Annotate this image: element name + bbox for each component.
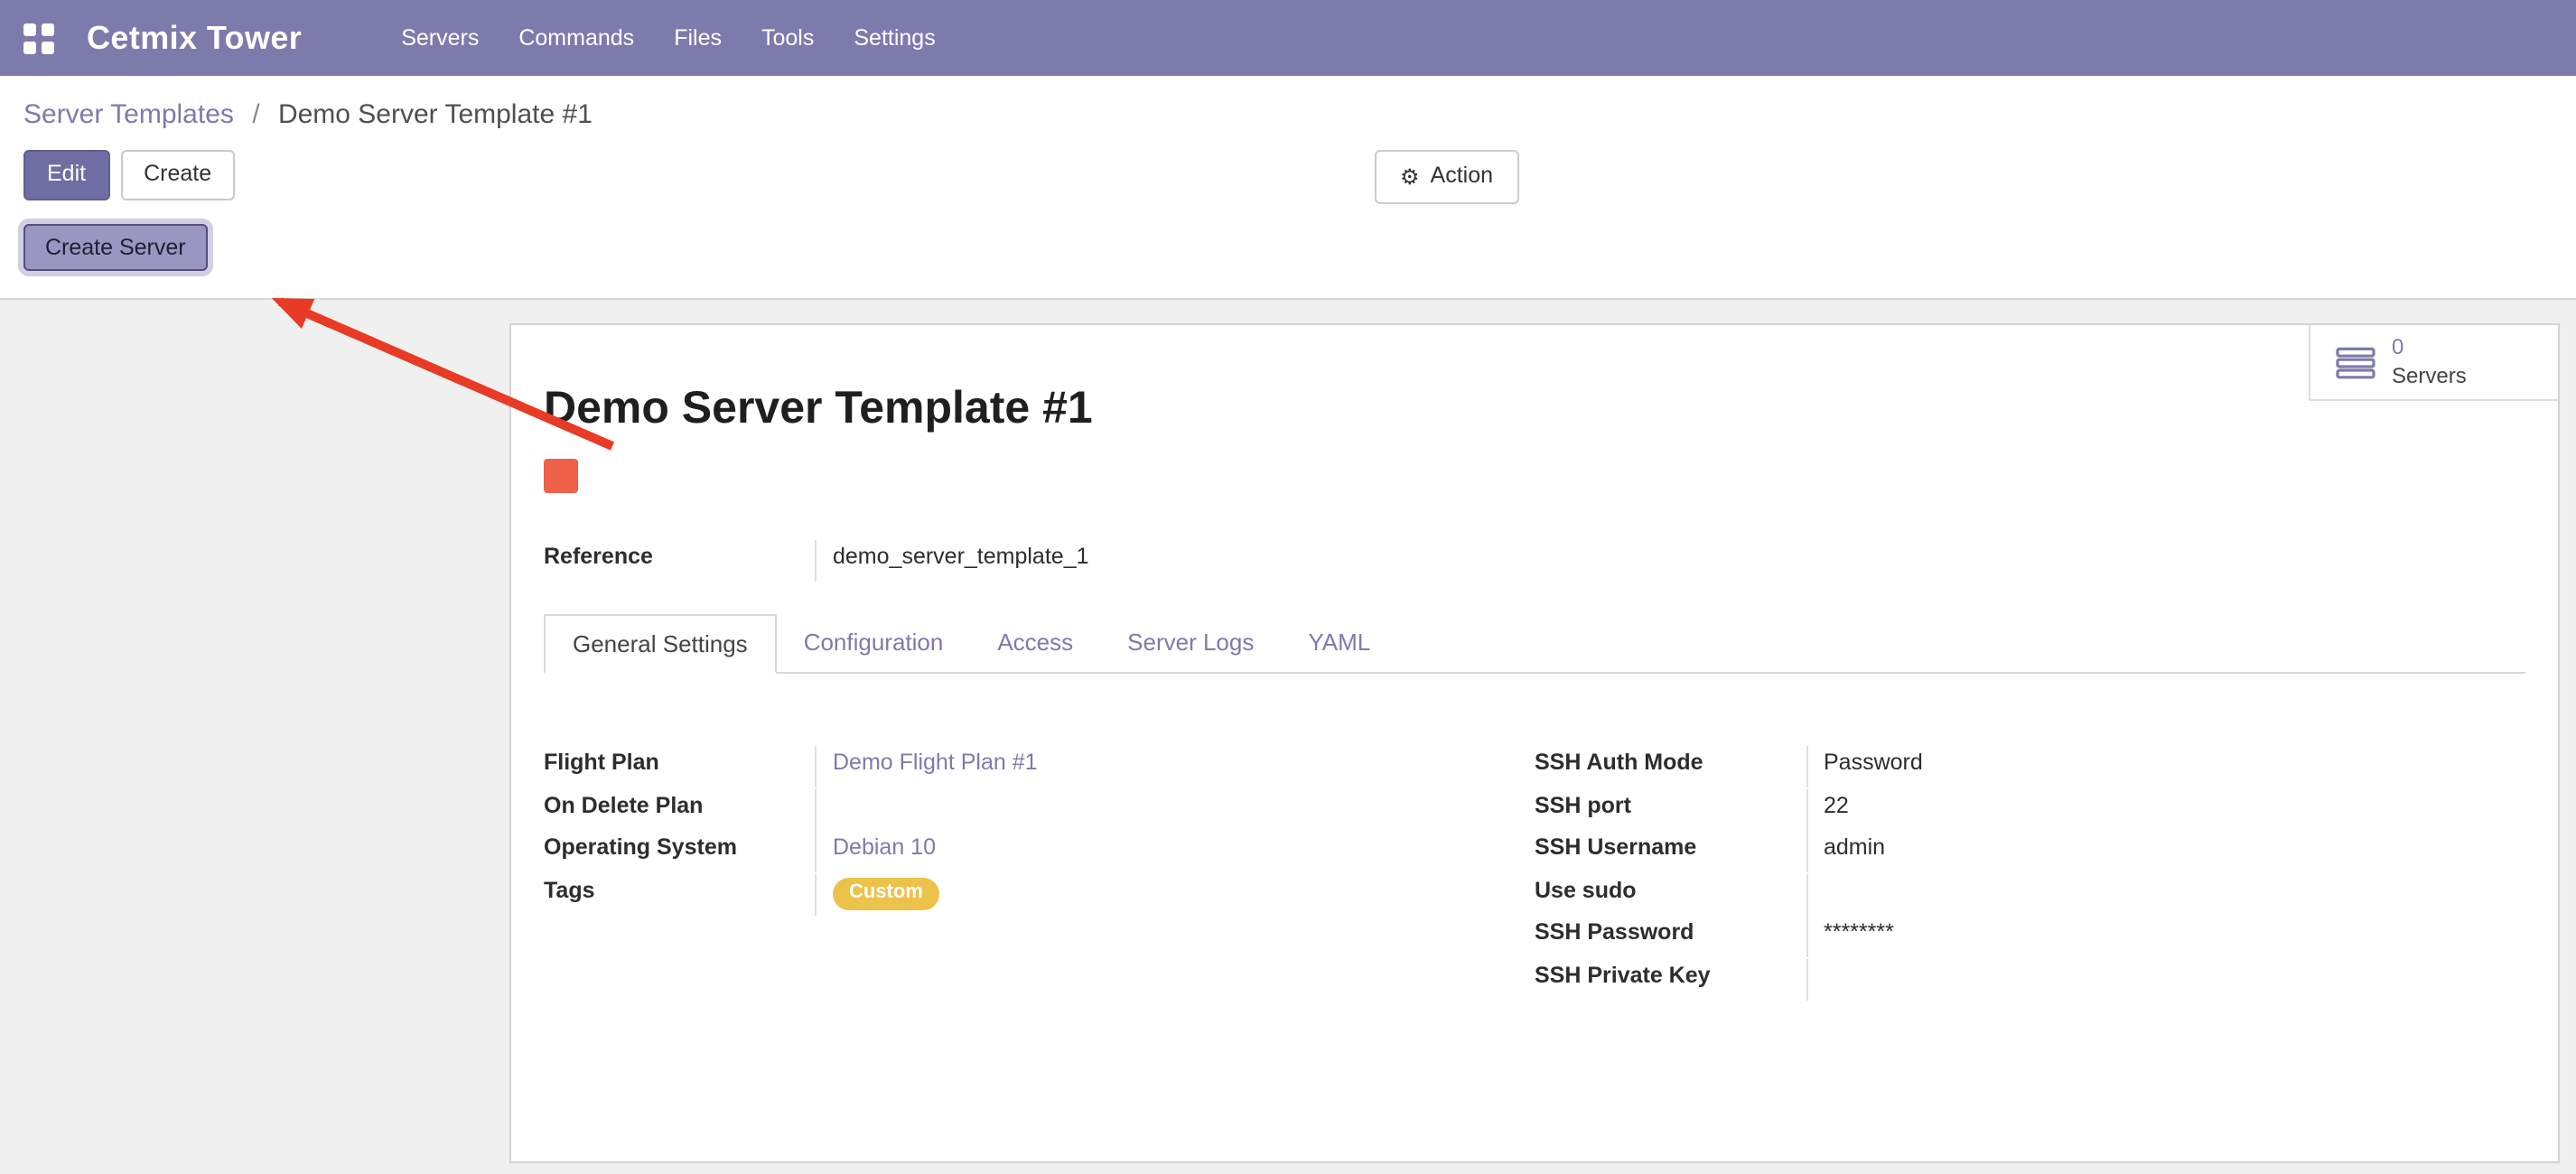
field-value-tags: Custom bbox=[815, 873, 1535, 915]
servers-stat-label: Servers bbox=[2392, 362, 2467, 390]
apps-grid-square bbox=[42, 23, 54, 35]
field-label-tags: Tags bbox=[544, 873, 815, 902]
action-button[interactable]: ⚙ Action bbox=[1375, 150, 1518, 203]
breadcrumb-separator: / bbox=[252, 99, 259, 130]
content-area: 0 Servers Demo Server Template #1 Refere… bbox=[0, 300, 2576, 1174]
apps-grid-square bbox=[23, 41, 36, 53]
field-value-ssh-port: 22 bbox=[1806, 788, 2525, 830]
field-label-ssh-username: SSH Username bbox=[1535, 831, 1806, 860]
object-buttons-row: Create Server bbox=[23, 223, 2553, 270]
tag-badge-custom: Custom bbox=[833, 877, 939, 909]
color-chip bbox=[544, 459, 578, 493]
tab-configuration[interactable]: Configuration bbox=[777, 614, 971, 674]
breadcrumb-parent-link[interactable]: Server Templates bbox=[23, 99, 234, 130]
app-window: Cetmix Tower Servers Commands Files Tool… bbox=[0, 0, 2576, 1174]
field-value-on-delete-plan bbox=[815, 788, 1535, 830]
field-value-use-sudo bbox=[1806, 873, 2525, 915]
field-ssh-auth-mode: SSH Auth Mode Password bbox=[1535, 746, 2525, 788]
field-value-ssh-private-key bbox=[1806, 958, 2525, 1000]
field-reference: Reference demo_server_template_1 bbox=[544, 540, 2525, 582]
app-brand[interactable]: Cetmix Tower bbox=[87, 19, 302, 57]
operating-system-link[interactable]: Debian 10 bbox=[833, 834, 936, 860]
breadcrumb-current: Demo Server Template #1 bbox=[278, 99, 593, 130]
nav-item-files[interactable]: Files bbox=[654, 14, 742, 61]
field-flight-plan: Flight Plan Demo Flight Plan #1 bbox=[544, 746, 1535, 788]
nav-item-settings[interactable]: Settings bbox=[834, 14, 955, 61]
field-value-ssh-password: ******** bbox=[1806, 916, 2525, 957]
tab-general-settings[interactable]: General Settings bbox=[544, 614, 777, 674]
control-panel-buttons: Edit Create ⚙ Action bbox=[23, 150, 2553, 200]
servers-stat-text: 0 Servers bbox=[2392, 334, 2467, 390]
flight-plan-link[interactable]: Demo Flight Plan #1 bbox=[833, 750, 1038, 775]
apps-grid-square bbox=[23, 23, 36, 35]
nav-item-tools[interactable]: Tools bbox=[742, 14, 834, 61]
field-label-ssh-port: SSH port bbox=[1535, 788, 1806, 817]
field-on-delete-plan: On Delete Plan bbox=[544, 788, 1535, 831]
nav-item-commands[interactable]: Commands bbox=[499, 14, 654, 61]
field-label-on-delete-plan: On Delete Plan bbox=[544, 788, 815, 817]
field-label-use-sudo: Use sudo bbox=[1535, 873, 1806, 902]
page-title: Demo Server Template #1 bbox=[544, 379, 2558, 437]
servers-stack-icon bbox=[2336, 346, 2375, 378]
create-button[interactable]: Create bbox=[120, 150, 235, 200]
tab-server-logs[interactable]: Server Logs bbox=[1100, 614, 1281, 674]
form-sheet: 0 Servers Demo Server Template #1 Refere… bbox=[509, 323, 2560, 1163]
field-value-ssh-auth-mode: Password bbox=[1806, 746, 2525, 787]
edit-button[interactable]: Edit bbox=[23, 150, 109, 200]
field-label-ssh-private-key: SSH Private Key bbox=[1535, 958, 1806, 987]
control-panel: Server Templates / Demo Server Template … bbox=[0, 76, 2576, 300]
field-value-operating-system: Debian 10 bbox=[815, 831, 1535, 872]
field-value-ssh-username: admin bbox=[1806, 831, 2525, 872]
field-label-flight-plan: Flight Plan bbox=[544, 746, 815, 775]
main-menu: Servers Commands Files Tools Settings bbox=[381, 14, 956, 61]
tab-bar: General Settings Configuration Access Se… bbox=[544, 614, 2525, 674]
form-column-right: SSH Auth Mode Password SSH port 22 SSH U… bbox=[1535, 746, 2525, 1001]
field-value-reference: demo_server_template_1 bbox=[815, 540, 2525, 582]
field-ssh-private-key: SSH Private Key bbox=[1535, 958, 2525, 1001]
field-label-operating-system: Operating System bbox=[544, 831, 815, 860]
apps-grid-icon[interactable] bbox=[23, 23, 54, 53]
apps-grid-square bbox=[42, 41, 54, 53]
tab-access[interactable]: Access bbox=[970, 614, 1100, 674]
breadcrumb: Server Templates / Demo Server Template … bbox=[23, 99, 2553, 130]
field-ssh-port: SSH port 22 bbox=[1535, 788, 2525, 831]
tab-yaml[interactable]: YAML bbox=[1281, 614, 1397, 674]
create-server-button[interactable]: Create Server bbox=[23, 223, 208, 270]
gear-icon: ⚙ bbox=[1400, 166, 1420, 188]
field-label-ssh-auth-mode: SSH Auth Mode bbox=[1535, 746, 1806, 775]
field-value-flight-plan: Demo Flight Plan #1 bbox=[815, 746, 1535, 787]
top-navbar: Cetmix Tower Servers Commands Files Tool… bbox=[0, 0, 2576, 76]
servers-stat-button[interactable]: 0 Servers bbox=[2309, 325, 2558, 401]
action-button-label: Action bbox=[1431, 163, 1494, 191]
field-operating-system: Operating System Debian 10 bbox=[544, 831, 1535, 873]
form-column-left: Flight Plan Demo Flight Plan #1 On Delet… bbox=[544, 746, 1535, 1001]
field-tags: Tags Custom bbox=[544, 873, 1535, 916]
servers-stat-count: 0 bbox=[2392, 334, 2403, 362]
field-ssh-username: SSH Username admin bbox=[1535, 831, 2525, 873]
field-label-ssh-password: SSH Password bbox=[1535, 916, 1806, 945]
form-fields: Flight Plan Demo Flight Plan #1 On Delet… bbox=[544, 746, 2525, 1001]
field-use-sudo: Use sudo bbox=[1535, 873, 2525, 916]
field-label-reference: Reference bbox=[544, 540, 815, 582]
field-ssh-password: SSH Password ******** bbox=[1535, 916, 2525, 958]
nav-item-servers[interactable]: Servers bbox=[381, 14, 499, 61]
